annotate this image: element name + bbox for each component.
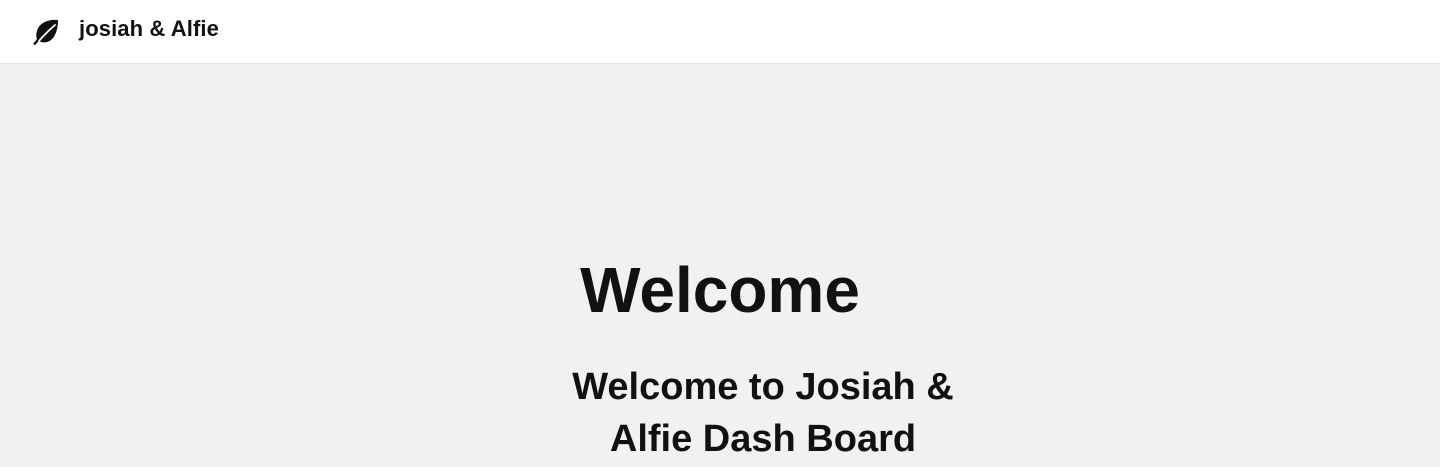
brand-link[interactable]: josiah & Alfie [30, 0, 219, 64]
brand-name: josiah & Alfie [79, 16, 219, 41]
top-navbar: josiah & Alfie [0, 0, 1440, 64]
page-title: Welcome [580, 254, 860, 326]
leaf-icon [30, 16, 62, 48]
main-content: Welcome Welcome to Josiah & Alfie Dash B… [0, 65, 1440, 467]
page-subtitle: Welcome to Josiah & Alfie Dash Board [572, 366, 954, 460]
